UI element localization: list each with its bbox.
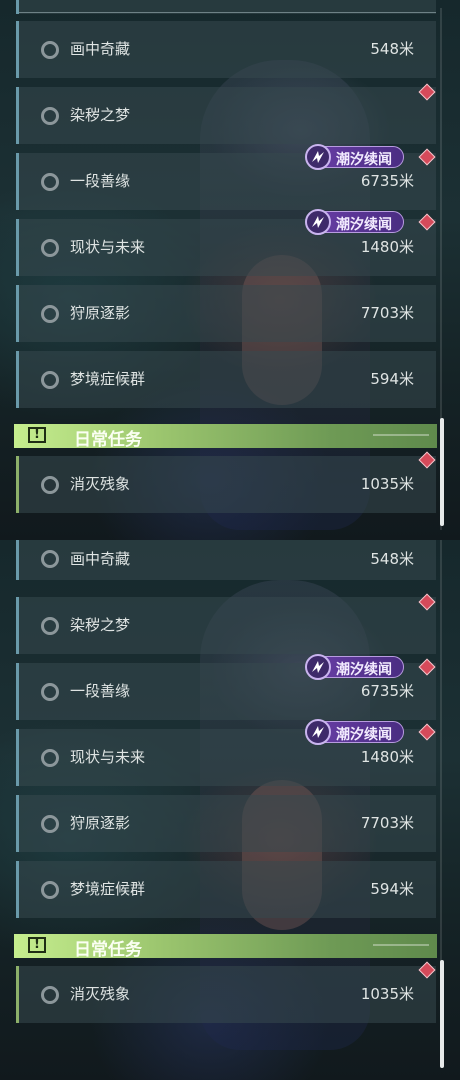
exclamation-box-icon: ! (28, 427, 46, 443)
quest-tag-label: 潮汐续闻 (336, 727, 392, 743)
quest-name: 消灭残象 (70, 985, 131, 1003)
tidal-emblem-icon (305, 719, 331, 745)
quest-distance: 6735米 (360, 172, 414, 190)
quest-panel-top: 画中奇藏 548米 染秽之梦 一段善缘 6735米 潮汐续闻 现状与未来 148… (0, 0, 460, 540)
quest-distance: 7703米 (360, 304, 414, 322)
quest-row[interactable]: 染秽之梦 (16, 87, 436, 144)
quest-status-icon (41, 749, 59, 767)
scrollbar-thumb[interactable] (440, 960, 444, 1068)
daily-quest-header[interactable]: ! 日常任务 (14, 934, 437, 960)
quest-name: 画中奇藏 (70, 550, 131, 568)
section-title: 日常任务 (74, 430, 142, 450)
quest-distance: 1480米 (360, 238, 414, 256)
quest-tag-badge: 潮汐续闻 (305, 209, 404, 235)
quest-status-icon (41, 41, 59, 59)
quest-distance: 1480米 (360, 748, 414, 766)
quest-status-icon (41, 617, 59, 635)
tidal-emblem-icon (305, 144, 331, 170)
quest-row[interactable]: 梦境症候群 594米 (16, 351, 436, 408)
quest-name: 消灭残象 (70, 475, 131, 493)
quest-name: 染秽之梦 (70, 106, 131, 124)
quest-tag-badge: 潮汐续闻 (305, 719, 404, 745)
quest-status-icon (41, 683, 59, 701)
quest-row[interactable]: 消灭残象 1035米 (16, 966, 436, 1023)
quest-distance: 7703米 (360, 814, 414, 832)
quest-distance: 6735米 (360, 682, 414, 700)
quest-distance: 594米 (370, 880, 414, 898)
quest-distance: 548米 (370, 40, 414, 58)
quest-distance: 1035米 (360, 475, 414, 493)
quest-name: 狩原逐影 (70, 304, 131, 322)
quest-row[interactable]: 狩原逐影 7703米 (16, 285, 436, 342)
scrollbar-thumb[interactable] (440, 418, 444, 526)
quest-status-icon (41, 305, 59, 323)
quest-row[interactable]: 消灭残象 1035米 (16, 456, 436, 513)
quest-name: 梦境症候群 (70, 370, 146, 388)
quest-row[interactable]: 梦境症候群 594米 (16, 861, 436, 918)
quest-status-icon (41, 107, 59, 125)
quest-name: 梦境症候群 (70, 880, 146, 898)
quest-name: 染秽之梦 (70, 616, 131, 634)
quest-row[interactable]: 狩原逐影 7703米 (16, 795, 436, 852)
quest-tag-label: 潮汐续闻 (336, 662, 392, 678)
section-title: 日常任务 (74, 940, 142, 960)
tidal-emblem-icon (305, 209, 331, 235)
quest-row[interactable]: 画中奇藏 548米 (16, 540, 436, 580)
quest-status-icon (41, 550, 59, 568)
screen: 画中奇藏 548米 染秽之梦 一段善缘 6735米 潮汐续闻 现状与未来 148… (0, 0, 460, 1080)
quest-name: 一段善缘 (70, 682, 131, 700)
exclamation-box-icon: ! (28, 937, 46, 953)
quest-tag-badge: 潮汐续闻 (305, 144, 404, 170)
quest-status-icon (41, 173, 59, 191)
quest-name: 一段善缘 (70, 172, 131, 190)
quest-distance: 548米 (370, 550, 414, 568)
quest-status-icon (41, 239, 59, 257)
quest-row[interactable]: 画中奇藏 548米 (16, 21, 436, 78)
header-decoration (373, 434, 429, 436)
quest-status-icon (41, 881, 59, 899)
quest-name: 狩原逐影 (70, 814, 131, 832)
quest-row[interactable]: 染秽之梦 (16, 597, 436, 654)
quest-distance: 1035米 (360, 985, 414, 1003)
quest-name: 画中奇藏 (70, 40, 131, 58)
quest-name: 现状与未来 (70, 748, 146, 766)
divider (19, 12, 436, 13)
daily-quest-header[interactable]: ! 日常任务 (14, 424, 437, 450)
quest-distance: 594米 (370, 370, 414, 388)
tidal-emblem-icon (305, 654, 331, 680)
quest-status-icon (41, 476, 59, 494)
quest-tag-badge: 潮汐续闻 (305, 654, 404, 680)
header-decoration (373, 944, 429, 946)
quest-tag-label: 潮汐续闻 (336, 217, 392, 233)
quest-status-icon (41, 371, 59, 389)
quest-status-icon (41, 815, 59, 833)
quest-name: 现状与未来 (70, 238, 146, 256)
quest-status-icon (41, 986, 59, 1004)
quest-panel-bottom: 画中奇藏 548米 染秽之梦 一段善缘 6735米 潮汐续闻 现状与未来 148… (0, 540, 460, 1080)
quest-tag-label: 潮汐续闻 (336, 152, 392, 168)
